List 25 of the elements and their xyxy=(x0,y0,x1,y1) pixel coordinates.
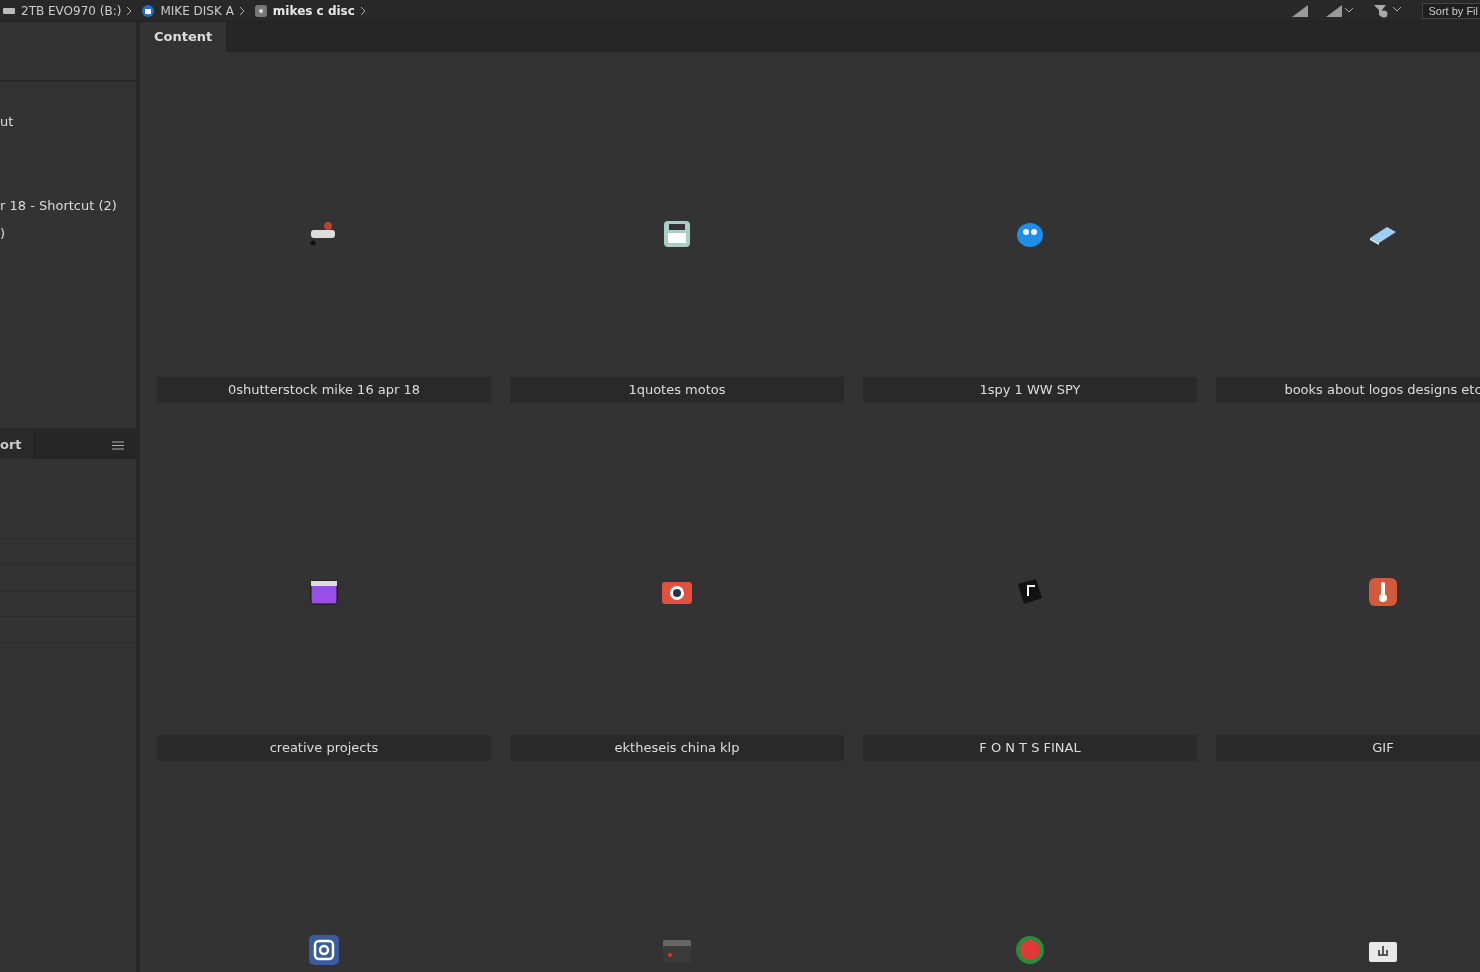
quality-icon[interactable] xyxy=(1292,4,1309,17)
file-name-label[interactable]: 1spy 1 WW SPY xyxy=(863,377,1197,403)
sort-dropdown[interactable]: Sort by Fil xyxy=(1422,2,1480,19)
file-name-label[interactable]: F O N T S FINAL xyxy=(863,735,1197,761)
menu-icon[interactable] xyxy=(112,440,124,450)
folder-item[interactable]: ut xyxy=(0,114,14,129)
panel-tab[interactable]: ort xyxy=(0,431,35,459)
breadcrumb-link[interactable]: 2TB EVO970 (B:) xyxy=(21,3,122,18)
file-name-label[interactable]: books about logos designs etc xyxy=(1216,377,1480,403)
content-tab[interactable]: Content xyxy=(140,22,227,52)
thermo-icon[interactable] xyxy=(1367,576,1399,608)
file-name-label[interactable]: 0shutterstock mike 16 apr 18 xyxy=(157,377,491,403)
folder-item[interactable]: r 18 - Shortcut (2) xyxy=(0,198,117,213)
chevron-icon xyxy=(238,5,245,16)
file-name-label[interactable]: ektheseis china klp xyxy=(510,735,844,761)
folder-item[interactable]: ) xyxy=(0,226,6,241)
disk-icon xyxy=(141,3,156,18)
file-name-label[interactable]: GIF xyxy=(1216,735,1480,761)
file-name-label[interactable]: 1quotes motos xyxy=(510,377,844,403)
breadcrumb-link[interactable]: mikes c disc xyxy=(272,3,355,18)
instagram-icon[interactable] xyxy=(308,934,340,966)
chevron-icon xyxy=(126,5,133,16)
chevron-icon xyxy=(359,5,366,16)
breadcrumb-link[interactable]: MIKE DISK A xyxy=(160,3,234,18)
file-name-label[interactable]: creative projects xyxy=(157,735,491,761)
